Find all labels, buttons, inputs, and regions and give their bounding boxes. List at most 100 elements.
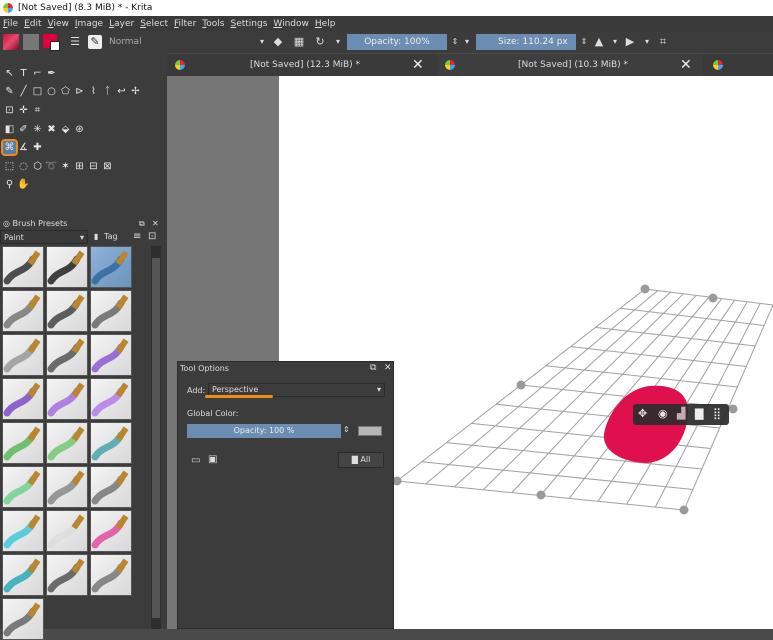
save-icon[interactable]: ▣ (208, 454, 217, 465)
background-color-swatch[interactable] (50, 41, 60, 51)
fill-tool-icon[interactable]: ✖ (45, 123, 58, 136)
brush-preset-item[interactable] (2, 334, 44, 376)
brush-preset-item[interactable] (2, 554, 44, 596)
menu-edit[interactable]: Edit (24, 19, 41, 29)
grid-dots-icon[interactable]: ⣿ (713, 407, 721, 420)
bezier-tool-icon[interactable]: ⌇ (87, 85, 100, 98)
brush-preset-item[interactable] (2, 466, 44, 508)
edit-shapes-icon[interactable]: ⌐ (31, 67, 44, 80)
freehand-brush-icon[interactable]: ✎ (3, 85, 16, 98)
multibrush-icon[interactable]: ✢ (129, 85, 142, 98)
pan-tool-icon[interactable]: ✋ (17, 178, 30, 191)
brush-preset-item[interactable] (90, 510, 132, 552)
brush-preset-item[interactable] (90, 290, 132, 332)
close-icon[interactable]: ✕ (384, 363, 392, 373)
chevron-down-icon[interactable]: ▾ (460, 35, 474, 49)
polygon-select-icon[interactable]: ⬡ (31, 160, 44, 173)
brush-preset-item[interactable] (2, 510, 44, 552)
menu-layer[interactable]: Layer (109, 19, 134, 29)
color-picker-icon[interactable]: ✐ (17, 123, 30, 136)
menu-settings[interactable]: Settings (230, 19, 267, 29)
polygon-tool-icon[interactable]: ⬠ (59, 85, 72, 98)
brush-preset-item[interactable] (2, 290, 44, 332)
folder-open-icon[interactable]: ▭ (191, 455, 200, 466)
view-list-icon[interactable]: ≡ (133, 230, 141, 244)
calligraphy-icon[interactable]: ✒ (45, 67, 58, 80)
menu-file[interactable]: File (3, 19, 18, 29)
float-docker-icon[interactable]: ⧉ (370, 363, 376, 373)
brush-preset-item[interactable] (46, 378, 88, 420)
dynamic-brush-icon[interactable]: ↩ (115, 85, 128, 98)
brush-preset-item[interactable] (46, 510, 88, 552)
blend-mode-select[interactable]: Normal (106, 34, 262, 50)
alpha-lock-icon[interactable]: ▦ (292, 35, 306, 49)
perspective-handle[interactable] (640, 284, 650, 294)
text-tool-icon[interactable]: T (17, 67, 30, 80)
mirror-vertical-icon[interactable]: ▶ (623, 35, 637, 49)
chevron-down-icon[interactable]: ▾ (640, 35, 654, 49)
perspective-handle[interactable] (708, 293, 718, 303)
brush-preset-item[interactable] (46, 554, 88, 596)
size-stepper-icon[interactable]: ⇕ (577, 35, 591, 49)
brush-preset-item[interactable] (90, 422, 132, 464)
brush-preset-item[interactable] (2, 598, 44, 640)
brush-preset-item[interactable] (90, 378, 132, 420)
tag-icon[interactable]: ▮ (94, 230, 98, 244)
magnetic-select-icon[interactable]: ⊠ (101, 160, 114, 173)
brush-preset-icon[interactable]: ✎ (88, 35, 102, 49)
rect-select-icon[interactable]: ⬚ (3, 160, 16, 173)
wrap-around-icon[interactable]: ⌗ (656, 35, 670, 49)
perspective-handle[interactable] (728, 404, 738, 414)
menu-select[interactable]: Select (140, 19, 168, 29)
ellipse-select-icon[interactable]: ◌ (17, 160, 30, 173)
reference-images-icon[interactable]: ✚ (31, 141, 44, 154)
close-icon[interactable]: ✕ (412, 54, 424, 76)
tag-label[interactable]: Tag (104, 230, 118, 244)
tab-document-2[interactable]: [Not Saved] (10.3 MiB) * ✕ (437, 54, 703, 76)
enclose-fill-icon[interactable]: ⬙ (59, 123, 72, 136)
brush-preset-item[interactable] (90, 466, 132, 508)
float-docker-icon[interactable]: ⧉ (139, 217, 145, 230)
brush-preset-item[interactable] (2, 378, 44, 420)
gradient-tool-icon[interactable]: ◧ (3, 123, 16, 136)
menu-filter[interactable]: Filter (174, 19, 196, 29)
delete-all-button[interactable]: ▇ All (338, 452, 384, 468)
reload-preset-icon[interactable]: ↻ (313, 35, 327, 49)
import-icon[interactable]: ⊡ (148, 230, 156, 244)
lock-icon[interactable]: ▟ (677, 407, 685, 420)
opacity-slider[interactable]: Opacity: 100% (347, 34, 447, 50)
brush-preset-item[interactable] (46, 466, 88, 508)
assistant-tool-icon[interactable]: ⌘ (1, 139, 18, 156)
crop-tool-icon[interactable]: ⌗ (31, 104, 44, 117)
perspective-handle[interactable] (679, 505, 689, 515)
ellipse-tool-icon[interactable]: ○ (45, 85, 58, 98)
smart-patch-icon[interactable]: ✳ (31, 123, 44, 136)
contiguous-select-icon[interactable]: ✶ (59, 160, 72, 173)
brush-preset-item[interactable] (46, 290, 88, 332)
select-shapes-icon[interactable]: ↖ (3, 67, 16, 80)
tab-document-1[interactable]: [Not Saved] (12.3 MiB) * ✕ (167, 54, 435, 76)
freehand-path-icon[interactable]: ᛏ (101, 85, 114, 98)
freehand-select-icon[interactable]: ➰ (45, 160, 58, 173)
pattern-edit-icon[interactable]: ⊛ (73, 123, 86, 136)
brush-filter-select[interactable]: Paint ▾ (0, 230, 88, 244)
gradient-swatch[interactable] (3, 34, 19, 50)
perspective-handle[interactable] (536, 490, 546, 500)
eye-icon[interactable]: ◉ (658, 407, 668, 420)
trash-icon[interactable]: ▇ (695, 407, 703, 420)
chevron-down-icon[interactable]: ▾ (255, 35, 269, 49)
line-tool-icon[interactable]: ╱ (17, 85, 30, 98)
measure-tool-icon[interactable]: ∡ (17, 141, 30, 154)
polyline-tool-icon[interactable]: ⊳ (73, 85, 86, 98)
global-color-button[interactable] (358, 426, 382, 436)
menu-view[interactable]: View (48, 19, 69, 29)
zoom-tool-icon[interactable]: ⚲ (3, 178, 16, 191)
bezier-select-icon[interactable]: ⊟ (87, 160, 100, 173)
chevron-down-icon[interactable]: ▾ (608, 35, 622, 49)
transform-tool-icon[interactable]: ⊡ (3, 104, 16, 117)
mirror-horizontal-icon[interactable]: ▲ (592, 35, 606, 49)
move-handle-icon[interactable]: ✥ (638, 407, 647, 420)
brush-preset-item[interactable] (90, 334, 132, 376)
close-icon[interactable]: ✕ (680, 54, 692, 76)
rectangle-tool-icon[interactable]: □ (31, 85, 44, 98)
